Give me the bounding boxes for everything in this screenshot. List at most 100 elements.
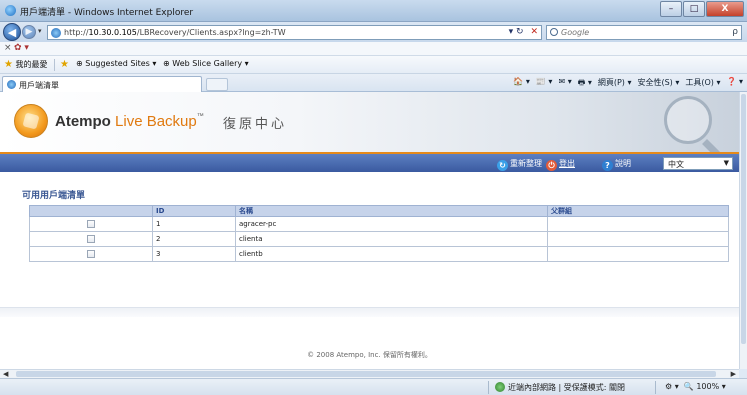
header-name[interactable]: 名稱 — [235, 205, 548, 217]
favorite-web-slice-gallery[interactable]: ⊕ Web Slice Gallery ▾ — [163, 59, 249, 68]
app-toolbar: ↻ 重新整理 ⏻ 登出 ? 說明 中文 ▼ — [0, 152, 739, 172]
address-url[interactable]: http://10.30.0.105/LBRecovery/Clients.as… — [64, 28, 286, 37]
page-icon — [51, 28, 61, 38]
zoom-control[interactable]: ⚙ ▾ 🔍 100% ▾ — [665, 382, 726, 391]
security-zone[interactable]: 近端內部網路 | 受保護模式: 關閉 — [495, 382, 625, 393]
print-button[interactable]: 🖶 ▾ — [578, 77, 592, 91]
table-row: 3 clientb — [29, 246, 729, 262]
favorites-button[interactable]: ★ 我的最愛 — [4, 59, 48, 70]
tab-row: 用戶端清單 🏠 ▾ 📰 ▾ ✉ ▾ 🖶 ▾ 網頁(P) ▾ 安全性(S) ▾ 工… — [0, 74, 747, 92]
dropdown-icon[interactable]: ▾ — [509, 27, 514, 37]
favorite-suggested-sites[interactable]: ⊕ Suggested Sites ▾ — [76, 59, 156, 68]
refresh-icon: ↻ — [497, 160, 508, 171]
star-icon: ★ — [4, 59, 13, 70]
cell-group — [547, 231, 729, 247]
page-menu[interactable]: 網頁(P) ▾ — [598, 77, 632, 91]
home-button[interactable]: 🏠 ▾ — [513, 77, 530, 91]
row-checkbox[interactable] — [87, 250, 95, 258]
search-box: ρ — [546, 25, 742, 40]
tab-label: 用戶端清單 — [19, 81, 59, 90]
history-dropdown-icon[interactable]: ▾ — [38, 27, 42, 35]
help-button[interactable]: ? 說明 — [602, 158, 631, 171]
header-id[interactable]: ID — [152, 205, 236, 217]
add-favorite-icon[interactable]: ★ — [60, 59, 69, 70]
feeds-button[interactable]: 📰 ▾ — [536, 77, 553, 91]
ie-icon — [5, 5, 16, 16]
row-select-cell — [29, 231, 153, 247]
table-row: 2 clienta — [29, 231, 729, 247]
scroll-right-icon[interactable]: ▶ — [731, 370, 736, 378]
cell-group — [547, 246, 729, 262]
maximize-button[interactable]: □ — [683, 1, 705, 17]
stop-icon[interactable]: ✕ — [530, 27, 538, 37]
cell-id: 1 — [152, 216, 236, 232]
table-row: 1 agracer-pc — [29, 216, 729, 232]
page-title: 復原中心 — [223, 117, 288, 132]
globe-icon — [495, 382, 505, 392]
section-divider — [0, 307, 739, 317]
refresh-button[interactable]: ↻ 重新整理 — [497, 158, 542, 171]
chevron-down-icon: ▼ — [723, 159, 729, 167]
row-select-cell — [29, 216, 153, 232]
header-select — [29, 205, 153, 217]
logout-button[interactable]: ⏻ 登出 — [546, 158, 575, 171]
scroll-left-icon[interactable]: ◀ — [3, 370, 8, 378]
zoom-level: 100% — [696, 382, 720, 391]
cell-id: 3 — [152, 246, 236, 262]
row-checkbox[interactable] — [87, 235, 95, 243]
window-controls: – □ X — [659, 1, 744, 18]
address-controls: ▾ ↻ ✕ — [509, 27, 538, 37]
help-icon: ? — [602, 160, 613, 171]
language-select[interactable]: 中文 ▼ — [663, 157, 733, 170]
power-icon: ⏻ — [546, 160, 557, 171]
forward-button[interactable]: ▶ — [22, 25, 36, 39]
new-tab-button[interactable] — [206, 78, 228, 91]
scroll-thumb[interactable] — [741, 94, 746, 344]
refresh-icon[interactable]: ↻ — [516, 27, 524, 37]
search-go-icon[interactable]: ρ — [732, 27, 738, 37]
clients-table: ID 名稱 父群組 1 agracer-pc 2 clienta 3 clien… — [29, 205, 729, 262]
brand-name: Atempo Live Backup™ — [55, 113, 204, 130]
main-content: 可用用戶端清單 ID 名稱 父群組 1 agracer-pc 2 clienta… — [0, 172, 739, 369]
cell-id: 2 — [152, 231, 236, 247]
row-select-cell — [29, 246, 153, 262]
page-icon — [7, 80, 16, 89]
cell-group — [547, 216, 729, 232]
divider — [54, 59, 55, 71]
close-bar-icon[interactable]: × — [4, 43, 12, 53]
table-header-row: ID 名稱 父群組 — [29, 205, 729, 217]
safety-menu[interactable]: 安全性(S) ▾ — [637, 77, 679, 91]
navigation-bar: ◀ ▶ ▾ http://10.30.0.105/LBRecovery/Clie… — [0, 22, 747, 42]
language-value: 中文 — [668, 160, 684, 169]
window-titlebar: 用戶端清單 - Windows Internet Explorer – □ X — [0, 0, 747, 22]
minimize-button[interactable]: – — [660, 1, 682, 17]
tab-clients[interactable]: 用戶端清單 — [2, 76, 202, 92]
search-input[interactable] — [561, 27, 721, 38]
atempo-logo-icon — [14, 104, 48, 138]
command-bar: 🏠 ▾ 📰 ▾ ✉ ▾ 🖶 ▾ 網頁(P) ▾ 安全性(S) ▾ 工具(O) ▾… — [513, 77, 743, 91]
copyright-footer: © 2008 Atempo, Inc. 保留所有權利。 — [307, 351, 432, 359]
addon-icon[interactable]: ✿ ▾ — [14, 43, 29, 53]
status-bar: 近端內部網路 | 受保護模式: 關閉 ⚙ ▾ 🔍 100% ▾ — [0, 378, 747, 395]
row-checkbox[interactable] — [87, 220, 95, 228]
window-title: 用戶端清單 - Windows Internet Explorer — [20, 8, 194, 18]
cell-name: clientb — [235, 246, 548, 262]
address-bar[interactable]: http://10.30.0.105/LBRecovery/Clients.as… — [47, 25, 542, 40]
header-parent-group[interactable]: 父群組 — [547, 205, 729, 217]
close-button[interactable]: X — [706, 1, 744, 17]
tools-menu[interactable]: 工具(O) ▾ — [685, 77, 720, 91]
magnifier-graphic-icon — [664, 96, 712, 144]
mail-button[interactable]: ✉ ▾ — [558, 77, 571, 91]
page-viewport: Atempo Live Backup™ 復原中心 ↻ 重新整理 ⏻ 登出 ? 說明 中… — [0, 92, 739, 369]
vertical-scrollbar[interactable] — [739, 92, 747, 369]
cell-name: clienta — [235, 231, 548, 247]
back-button[interactable]: ◀ — [3, 23, 21, 41]
app-header: Atempo Live Backup™ 復原中心 — [0, 92, 739, 152]
scroll-thumb[interactable] — [16, 371, 716, 377]
search-icon — [550, 28, 558, 36]
horizontal-scrollbar[interactable]: ◀ ▶ — [0, 369, 739, 378]
addon-bar: × ✿ ▾ — [0, 42, 747, 56]
favorites-bar: ★ 我的最愛 ★ ⊕ Suggested Sites ▾ ⊕ Web Slice… — [0, 56, 747, 74]
divider — [488, 381, 489, 394]
help-menu[interactable]: ❓ ▾ — [726, 77, 743, 91]
